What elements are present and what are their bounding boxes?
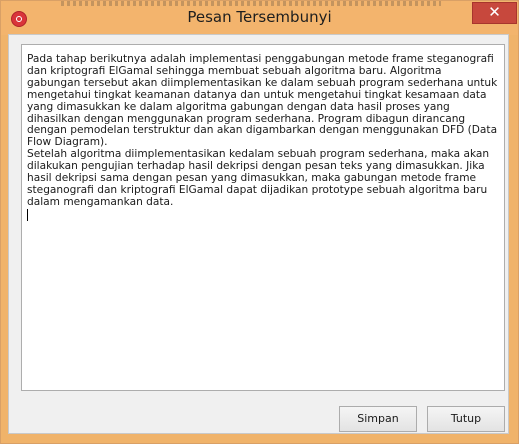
save-button[interactable]: Simpan bbox=[339, 406, 417, 432]
message-textarea[interactable]: Pada tahap berikutnya adalah implementas… bbox=[21, 44, 505, 391]
close-icon[interactable]: ✕ bbox=[472, 2, 517, 24]
message-paragraph-2: Setelah algoritma diimplementasikan keda… bbox=[27, 148, 490, 208]
text-caret bbox=[27, 208, 28, 221]
message-paragraph-1: Pada tahap berikutnya adalah implementas… bbox=[27, 53, 498, 149]
window-title: Pesan Tersembunyi bbox=[187, 8, 332, 26]
background-window-text bbox=[61, 1, 441, 6]
title-bar[interactable]: Pesan Tersembunyi ✕ bbox=[1, 1, 518, 35]
close-button[interactable]: Tutup bbox=[427, 406, 505, 432]
